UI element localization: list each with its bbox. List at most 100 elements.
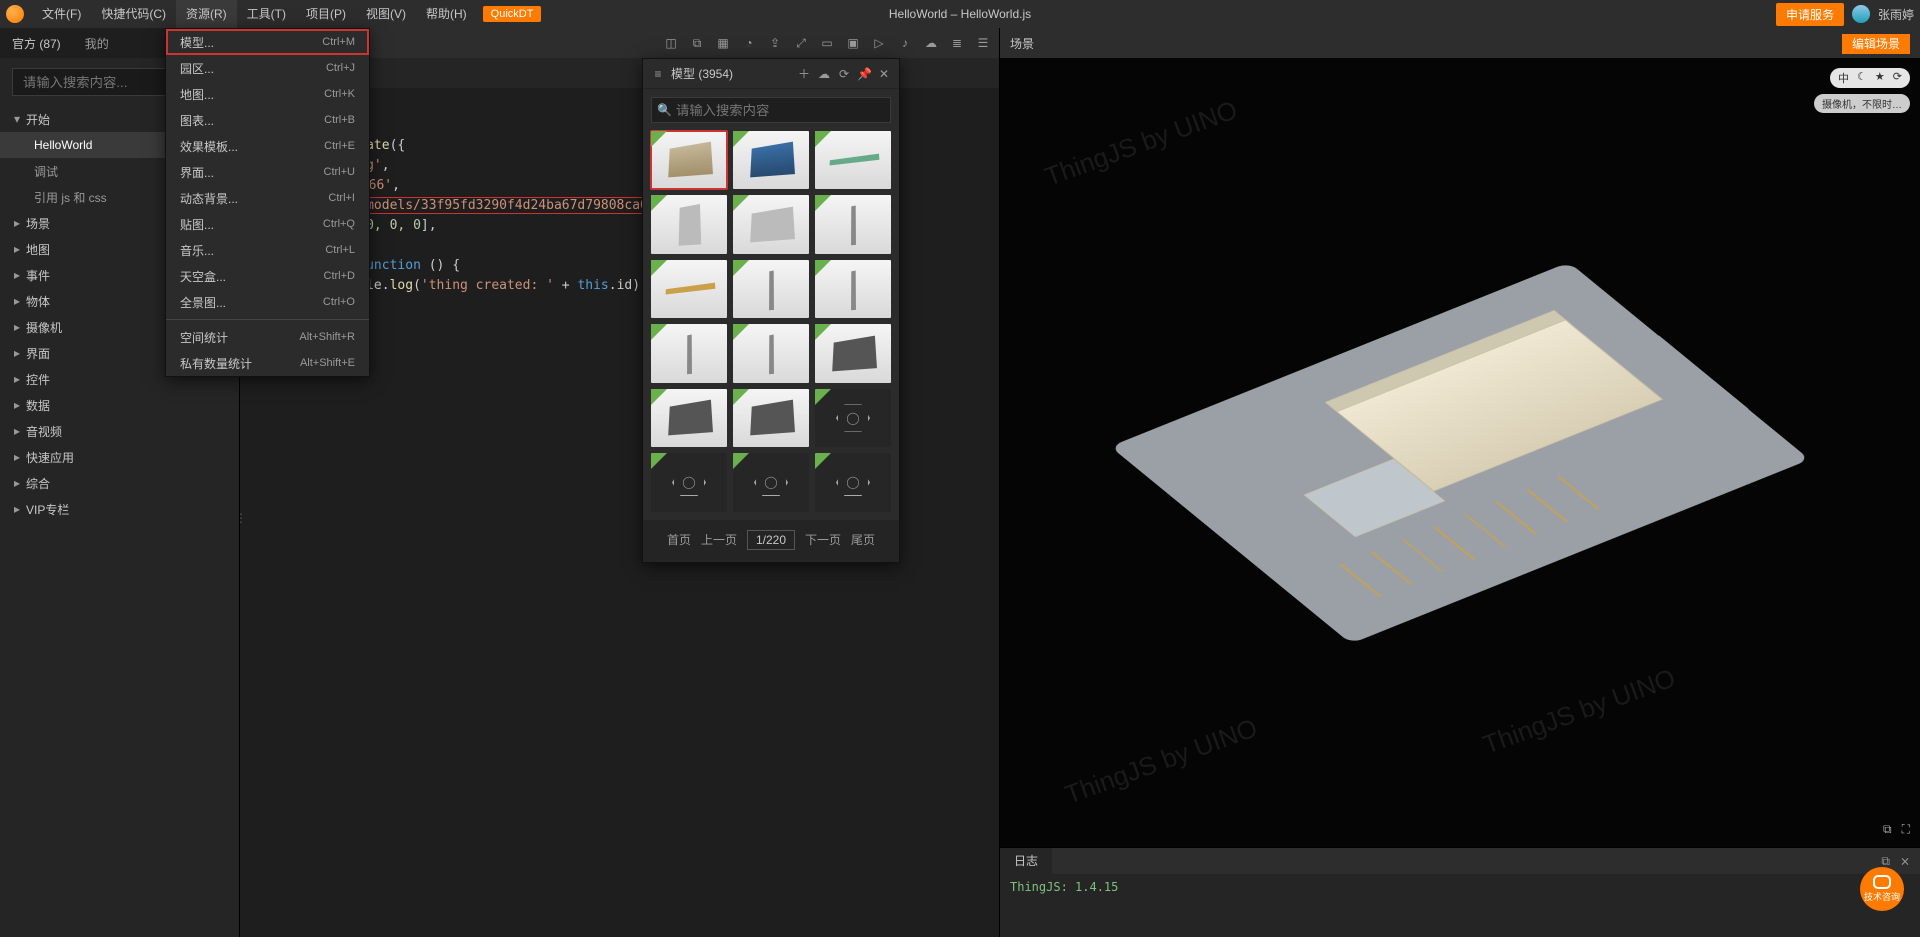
scene-viewport[interactable]: ThingJS by UINO ThingJS by UINO ThingJS … xyxy=(1000,58,1920,847)
mode-night-icon[interactable]: ☾ xyxy=(1857,70,1867,86)
log-clear-icon[interactable]: ⨯ xyxy=(1900,854,1910,869)
model-thumb[interactable] xyxy=(733,195,809,253)
clock-icon[interactable]: ◔ xyxy=(741,35,757,51)
model-thumb[interactable]: ◯ xyxy=(733,453,809,511)
model-thumb[interactable] xyxy=(815,195,891,253)
image-icon[interactable]: ▣ xyxy=(845,35,861,51)
menu-item-panorama[interactable]: 全景图...Ctrl+O xyxy=(166,289,369,315)
menu-item-chart[interactable]: 图表...Ctrl+B xyxy=(166,107,369,133)
model-thumb[interactable] xyxy=(651,260,727,318)
model-thumb[interactable] xyxy=(733,260,809,318)
tree-data[interactable]: ▸数据 xyxy=(0,392,239,418)
model-thumb[interactable] xyxy=(733,324,809,382)
pin-icon[interactable]: 📌 xyxy=(857,67,871,81)
model-thumb[interactable] xyxy=(733,131,809,189)
scene-tab[interactable]: 场景 xyxy=(1010,35,1034,52)
menu-item-ui[interactable]: 界面...Ctrl+U xyxy=(166,159,369,185)
model-thumb[interactable]: ◯ xyxy=(651,453,727,511)
model-thumb[interactable] xyxy=(815,324,891,382)
menu-tools[interactable]: 工具(T) xyxy=(237,0,296,28)
pager-last[interactable]: 尾页 xyxy=(851,531,875,548)
model-grid: ◯ ◯ ◯ ◯ xyxy=(643,131,899,520)
tree-quick-app[interactable]: ▸快速应用 xyxy=(0,444,239,470)
menu-project[interactable]: 项目(P) xyxy=(296,0,356,28)
menu-view[interactable]: 视图(V) xyxy=(356,0,416,28)
tree-vip[interactable]: ▸VIP专栏 xyxy=(0,496,239,522)
tree-general[interactable]: ▸综合 xyxy=(0,470,239,496)
tab-mine[interactable]: 我的 xyxy=(85,35,109,52)
model-thumb[interactable] xyxy=(651,131,727,189)
window-title: HelloWorld – HelloWorld.js xyxy=(889,7,1031,21)
model-thumb[interactable] xyxy=(733,389,809,447)
menu-item-skybox[interactable]: 天空盒...Ctrl+D xyxy=(166,263,369,289)
settings-icon[interactable]: ☰ xyxy=(975,35,991,51)
apply-service-button[interactable]: 申请服务 xyxy=(1776,3,1844,26)
pager-page: 1/220 xyxy=(747,530,795,550)
log-panel: 日志 ⧉ ⨯ ThingJS: 1.4.15 xyxy=(1000,847,1920,937)
open-external-icon[interactable]: ⧉ xyxy=(1883,822,1892,837)
scene-column: 场景 编辑场景 ThingJS by UINO ThingJS by UINO … xyxy=(1000,28,1920,937)
mode-star-icon[interactable]: ★ xyxy=(1875,70,1885,86)
tab-official[interactable]: 官方 (87) xyxy=(12,35,61,52)
edit-scene-button[interactable]: 编辑场景 xyxy=(1842,34,1910,54)
menu-item-campus[interactable]: 园区...Ctrl+J xyxy=(166,55,369,81)
model-search-input[interactable] xyxy=(651,97,891,123)
menu-file[interactable]: 文件(F) xyxy=(32,0,91,28)
scene-hint: 摄像机，不限时… xyxy=(1814,94,1910,113)
pager-next[interactable]: 下一页 xyxy=(805,531,841,548)
menu-item-space-stats[interactable]: 空间统计Alt+Shift+R xyxy=(166,324,369,350)
layers-icon[interactable]: ≣ xyxy=(949,35,965,51)
menu-shortcut-code[interactable]: 快捷代码(C) xyxy=(91,0,176,28)
model-thumb[interactable] xyxy=(651,195,727,253)
scene-controls: 中 ☾ ★ ⟳ 摄像机，不限时… xyxy=(1814,68,1910,113)
model-thumb[interactable] xyxy=(815,131,891,189)
mode-medium[interactable]: 中 xyxy=(1838,70,1849,86)
close-icon[interactable]: ✕ xyxy=(877,67,891,81)
menu-item-model[interactable]: 模型...Ctrl+M xyxy=(166,29,369,55)
user-avatar[interactable] xyxy=(1852,5,1870,23)
music-icon[interactable]: ♪ xyxy=(897,35,913,51)
mode-refresh-icon[interactable]: ⟳ xyxy=(1893,70,1902,86)
arrows-icon[interactable]: ⤢ xyxy=(793,35,809,51)
menu-item-map[interactable]: 地图...Ctrl+K xyxy=(166,81,369,107)
model-pager: 首页 上一页 1/220 下一页 尾页 xyxy=(643,520,899,562)
cloud-upload-icon[interactable]: ☁ xyxy=(817,67,831,81)
model-thumb[interactable] xyxy=(651,389,727,447)
menu-help[interactable]: 帮助(H) xyxy=(416,0,477,28)
add-icon[interactable]: ＋ xyxy=(797,65,811,82)
scene-header: 场景 编辑场景 xyxy=(1000,28,1920,58)
grid-icon[interactable]: ▦ xyxy=(715,35,731,51)
menu-item-effect-template[interactable]: 效果模板...Ctrl+E xyxy=(166,133,369,159)
model-thumb[interactable] xyxy=(651,324,727,382)
user-name[interactable]: 张雨婷 xyxy=(1878,6,1914,23)
model-panel: ≡ 模型 (3954) ＋ ☁ ⟳ 📌 ✕ 🔍 xyxy=(642,58,900,563)
cloud-icon[interactable]: ☁ xyxy=(923,35,939,51)
search-icon: 🔍 xyxy=(657,103,672,117)
menu-resources[interactable]: 资源(R) xyxy=(176,0,237,28)
refresh-icon[interactable]: ⟳ xyxy=(837,67,851,81)
fullscreen-icon[interactable]: ⛶ xyxy=(1902,822,1910,837)
log-tab[interactable]: 日志 xyxy=(1000,848,1052,874)
menu-item-music[interactable]: 音乐...Ctrl+L xyxy=(166,237,369,263)
menu-item-dynamic-bg[interactable]: 动态背景...Ctrl+I xyxy=(166,185,369,211)
sidebar-resize-handle[interactable]: ⋮ xyxy=(238,498,244,538)
tree-av[interactable]: ▸音视频 xyxy=(0,418,239,444)
support-fab[interactable]: 技术咨询 xyxy=(1860,867,1904,911)
model-thumb[interactable]: ◯ xyxy=(815,389,891,447)
scene-mode-pill[interactable]: 中 ☾ ★ ⟳ xyxy=(1830,68,1910,88)
hamburger-icon[interactable]: ≡ xyxy=(651,67,665,81)
pager-first[interactable]: 首页 xyxy=(667,531,691,548)
quickdt-chip[interactable]: QuickDT xyxy=(483,6,542,22)
window-icon[interactable]: ▭ xyxy=(819,35,835,51)
play-icon[interactable]: ▷ xyxy=(871,35,887,51)
fab-label: 技术咨询 xyxy=(1864,890,1900,903)
cube-icon[interactable]: ◫ xyxy=(663,35,679,51)
model-thumb[interactable] xyxy=(815,260,891,318)
menu-item-private-count[interactable]: 私有数量统计Alt+Shift+E xyxy=(166,350,369,376)
scene-3d-content xyxy=(1000,58,1920,847)
share-icon[interactable]: ⇪ xyxy=(767,35,783,51)
pager-prev[interactable]: 上一页 xyxy=(701,531,737,548)
menu-item-texture[interactable]: 贴图...Ctrl+Q xyxy=(166,211,369,237)
model-thumb[interactable]: ◯ xyxy=(815,453,891,511)
copy-icon[interactable]: ⧉ xyxy=(689,35,705,51)
